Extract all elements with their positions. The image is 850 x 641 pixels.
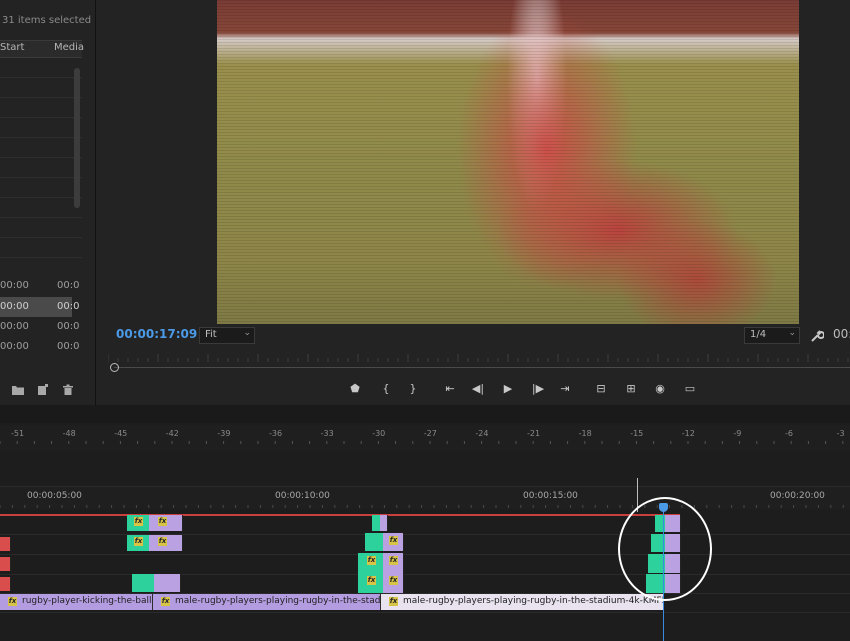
fx-badge: fx <box>8 597 17 606</box>
row-divider <box>0 77 82 78</box>
row-divider <box>0 237 82 238</box>
safe-margins-icon[interactable]: ▭ <box>681 380 699 398</box>
row-divider <box>0 117 82 118</box>
step-back-icon[interactable]: ◀| <box>469 380 487 398</box>
fx-badge: fx <box>367 556 376 565</box>
video-clip[interactable]: fx male-rugby-players-playing-rugby-in-t… <box>381 594 664 610</box>
list-item[interactable]: 00:00 00:0 <box>0 337 79 357</box>
meter-tick-label: -12 <box>681 429 695 438</box>
overwrite-icon[interactable]: ⊞ <box>622 380 640 398</box>
adjustment-clip[interactable] <box>365 533 384 551</box>
adjustment-clip[interactable] <box>380 515 388 531</box>
new-item-icon[interactable] <box>36 382 50 396</box>
row-divider <box>0 157 82 158</box>
fx-badge: fx <box>389 597 398 606</box>
track-divider <box>0 574 850 575</box>
track-divider <box>0 554 850 555</box>
meter-tick-label: -3 <box>836 429 845 438</box>
mark-in-icon[interactable]: { <box>377 380 395 398</box>
project-column-header: Start Media <box>0 40 84 58</box>
scrub-ruler[interactable] <box>108 352 850 368</box>
meter-tick-label: -39 <box>217 429 231 438</box>
insert-icon[interactable]: ⊟ <box>592 380 610 398</box>
meter-tick-label: -24 <box>475 429 489 438</box>
video-clip[interactable]: fx rugby-player-kicking-the-ball- <box>0 594 153 610</box>
time-label: 00:00:10:00 <box>275 491 330 501</box>
adjustment-clip[interactable] <box>132 574 155 592</box>
go-to-out-icon[interactable]: ⇥ <box>556 380 574 398</box>
work-area-bar[interactable] <box>0 514 680 516</box>
project-scrollbar[interactable] <box>74 68 80 208</box>
go-to-in-icon[interactable]: ⇤ <box>441 380 459 398</box>
meter-tick-label: -9 <box>733 429 742 438</box>
video-preview <box>217 0 799 324</box>
scrub-bar[interactable] <box>114 367 850 368</box>
fx-badge: fx <box>389 556 398 565</box>
meter-tick-label: -18 <box>578 429 592 438</box>
row-divider <box>0 217 82 218</box>
meter-tick-label: -6 <box>785 429 793 438</box>
duration-timecode: 00: <box>833 327 850 341</box>
timeline-ticks <box>0 505 844 508</box>
meter-tick-label: -42 <box>165 429 179 438</box>
playhead-timecode[interactable]: 00:00:17:09 <box>116 327 197 341</box>
column-media[interactable]: Media <box>54 42 84 53</box>
highlight-circle <box>618 497 712 601</box>
mark-out-icon[interactable]: } <box>404 380 422 398</box>
scrub-head[interactable] <box>110 363 119 372</box>
list-item[interactable]: 00:00 00:0 <box>0 297 79 317</box>
adjustment-clip[interactable] <box>0 537 11 551</box>
meter-tick-label: -36 <box>269 429 283 438</box>
fx-badge: fx <box>161 597 170 606</box>
selected-count-label: 31 items selected <box>2 15 92 26</box>
row-divider <box>0 257 82 258</box>
meter-tick-label: -15 <box>630 429 644 438</box>
meter-tick-label: -21 <box>527 429 541 438</box>
resolution-select[interactable]: 1/4 ⌄ <box>744 327 800 344</box>
fx-badge: fx <box>158 537 167 546</box>
fx-badge: fx <box>158 517 167 526</box>
meter-tick-label: -27 <box>423 429 437 438</box>
meter-tick-label: -51 <box>11 429 25 438</box>
row-divider <box>0 197 82 198</box>
fx-badge: fx <box>134 517 143 526</box>
column-start[interactable]: Start <box>0 42 24 53</box>
adjustment-clip[interactable] <box>0 577 11 591</box>
audio-meter-ticks <box>0 441 844 444</box>
folder-icon[interactable] <box>11 382 25 396</box>
meter-tick-label: -30 <box>372 429 386 438</box>
play-icon[interactable]: ▶ <box>499 380 517 398</box>
row-divider <box>0 137 82 138</box>
export-frame-icon[interactable]: ◉ <box>651 380 669 398</box>
adjustment-clip[interactable] <box>154 574 181 592</box>
row-divider <box>0 97 82 98</box>
meter-tick-label: -33 <box>320 429 334 438</box>
fx-badge: fx <box>389 536 398 545</box>
video-clip[interactable]: fx male-rugby-players-playing-rugby-in-t… <box>153 594 381 610</box>
step-forward-icon[interactable]: |▶ <box>529 380 547 398</box>
fx-badge: fx <box>134 537 143 546</box>
wrench-icon[interactable] <box>810 328 825 342</box>
fx-badge: fx <box>367 576 376 585</box>
trash-icon[interactable] <box>61 382 75 396</box>
adjustment-clip[interactable] <box>0 557 11 571</box>
time-label: 00:00:20:00 <box>770 491 825 501</box>
track-divider <box>0 612 850 613</box>
chevron-down-icon: ⌄ <box>243 328 251 338</box>
list-item[interactable]: 00:00 00:0 <box>0 276 79 296</box>
row-divider <box>0 177 82 178</box>
time-label: 00:00:15:00 <box>523 491 578 501</box>
fx-badge: fx <box>389 576 398 585</box>
meter-tick-label: -48 <box>62 429 76 438</box>
meter-tick-label: -45 <box>114 429 128 438</box>
list-item[interactable]: 00:00 00:0 <box>0 317 79 337</box>
panel-divider[interactable] <box>0 405 850 423</box>
zoom-select[interactable]: Fit ⌄ <box>199 327 255 344</box>
chevron-down-icon: ⌄ <box>788 328 796 338</box>
time-label: 00:00:05:00 <box>27 491 82 501</box>
marker-icon[interactable]: ⬟ <box>346 380 364 398</box>
